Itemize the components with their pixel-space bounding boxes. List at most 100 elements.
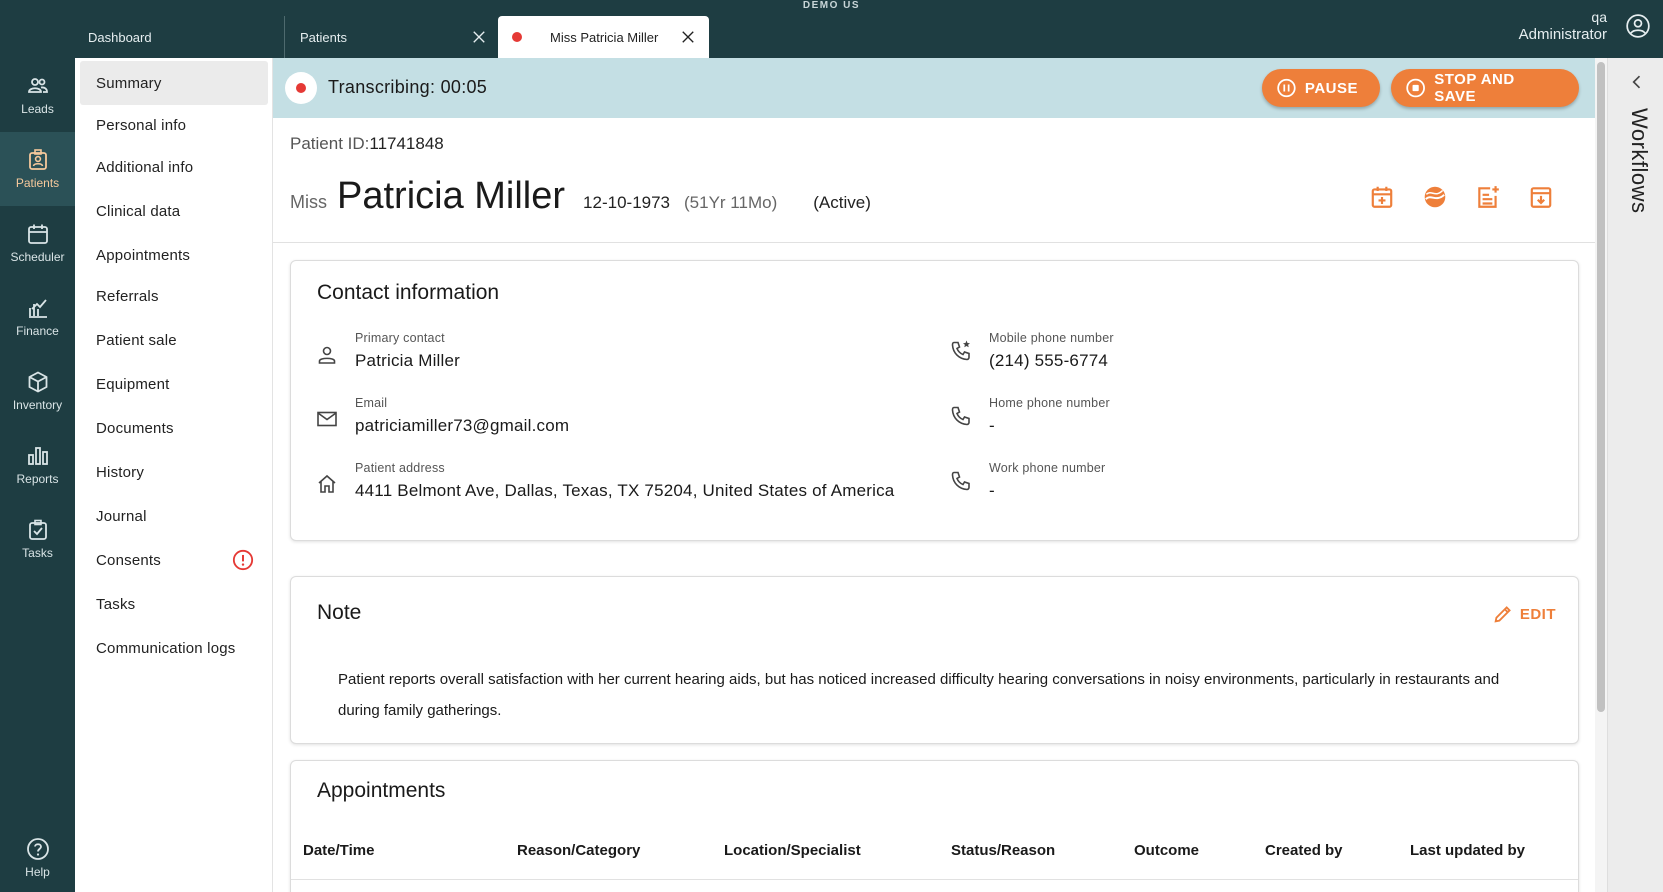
section-history[interactable]: History [80, 450, 268, 494]
user-info[interactable]: qa Administrator [1519, 8, 1607, 44]
stop-and-save-label: STOP AND SAVE [1434, 71, 1515, 105]
section-consents[interactable]: Consents [80, 538, 268, 582]
section-patient-sale[interactable]: Patient sale [80, 318, 268, 362]
field-value[interactable]: (214) 555-6774 [989, 351, 1108, 371]
edit-note-button[interactable]: EDIT [1492, 603, 1556, 625]
person-icon [318, 346, 336, 364]
phone-icon [951, 471, 970, 491]
field-label: Patient address [355, 461, 445, 475]
field-value: - [989, 481, 995, 500]
patient-name: Patricia Miller [337, 175, 566, 217]
transcription-status: Transcribing: 00:05 [328, 77, 488, 97]
recording-indicator [285, 72, 317, 104]
field-value: Patricia Miller [355, 351, 461, 370]
nav-inventory[interactable]: Inventory [0, 354, 75, 428]
bar-chart-icon [27, 447, 48, 465]
close-icon[interactable] [679, 28, 697, 46]
column-header[interactable]: Outcome [1134, 842, 1199, 859]
card-title: Appointments [317, 779, 446, 802]
section-appointments[interactable]: Appointments [80, 233, 268, 277]
tab-patient-record[interactable]: Miss Patricia Miller [498, 16, 709, 58]
workflows-panel[interactable]: Workflows [1607, 58, 1663, 892]
nav-label: Leads [21, 102, 54, 116]
tab-patients[interactable]: Patients [284, 16, 498, 58]
section-additional-info[interactable]: Additional info [80, 145, 268, 189]
field-label: Primary contact [355, 331, 445, 345]
note-card: Note EDIT Patient reports overall satisf… [290, 576, 1579, 744]
add-appointment-icon[interactable] [1369, 184, 1395, 210]
user-name: qa [1591, 9, 1607, 25]
add-note-icon[interactable] [1475, 184, 1501, 210]
section-documents[interactable]: Documents [80, 406, 268, 450]
nav-scheduler[interactable]: Scheduler [0, 206, 75, 280]
edit-label: EDIT [1519, 605, 1556, 623]
column-header[interactable]: Status/Reason [951, 842, 1055, 859]
section-label: Tasks [96, 595, 136, 613]
patient-sections-nav: Summary Personal info Additional info Cl… [75, 58, 273, 892]
nav-tasks[interactable]: Tasks [0, 502, 75, 576]
nav-label: Tasks [22, 546, 53, 560]
column-header[interactable]: Date/Time [303, 842, 374, 859]
archive-download-icon[interactable] [1528, 184, 1554, 210]
nav-leads[interactable]: Leads [0, 58, 75, 132]
field-value[interactable]: patriciamiller73@gmail.com [355, 416, 569, 436]
nav-finance[interactable]: Finance [0, 280, 75, 354]
nav-reports[interactable]: Reports [0, 428, 75, 502]
card-title: Contact information [317, 281, 500, 304]
home-icon [318, 474, 336, 493]
section-label: Summary [96, 74, 162, 92]
phone-star-icon [951, 340, 970, 361]
patient-age: (51Yr 11Mo) [684, 193, 778, 212]
stop-icon [1406, 78, 1425, 98]
nav-label: Reports [16, 472, 59, 486]
pause-label: PAUSE [1304, 79, 1358, 97]
column-header[interactable]: Reason/Category [517, 842, 640, 859]
transcription-bar: Transcribing: 00:05 PAUSE STOP AND SAVE [273, 58, 1595, 118]
section-clinical-data[interactable]: Clinical data [80, 189, 268, 233]
section-label: Clinical data [96, 202, 181, 220]
section-summary[interactable]: Summary [80, 61, 268, 105]
table-divider [291, 879, 1578, 880]
patient-id-label: Patient ID: [290, 134, 370, 153]
nav-help[interactable]: Help [0, 828, 75, 888]
nav-label: Finance [16, 324, 59, 338]
finance-chart-icon [28, 299, 47, 318]
nav-label: Patients [15, 176, 60, 190]
section-label: Personal info [96, 116, 187, 134]
pause-button[interactable]: PAUSE [1262, 69, 1380, 107]
section-label: Journal [96, 507, 147, 525]
chevron-left-icon[interactable] [1627, 72, 1647, 92]
tab-label: Patients [300, 29, 347, 45]
section-label: Documents [96, 419, 174, 437]
main-navigation: Leads Patients Scheduler Finance Invento… [0, 58, 75, 892]
nav-patients[interactable]: Patients [0, 132, 75, 206]
section-label: Patient sale [96, 331, 177, 349]
section-personal-info[interactable]: Personal info [80, 103, 268, 147]
column-header[interactable]: Location/Specialist [724, 842, 861, 859]
pause-icon [1277, 78, 1296, 98]
workflows-label: Workflows [1627, 108, 1652, 214]
card-title: Note [317, 601, 362, 624]
section-tasks[interactable]: Tasks [80, 582, 268, 626]
section-journal[interactable]: Journal [80, 494, 268, 538]
nav-label: Scheduler [10, 250, 65, 264]
nav-label: Inventory [12, 398, 63, 412]
scrollbar-thumb[interactable] [1597, 62, 1605, 712]
stop-and-save-button[interactable]: STOP AND SAVE [1391, 69, 1579, 107]
column-header[interactable]: Created by [1265, 842, 1343, 859]
section-communication-logs[interactable]: Communication logs [80, 626, 268, 670]
patient-badge-icon [28, 149, 47, 170]
field-value: 4411 Belmont Ave, Dallas, Texas, TX 7520… [355, 481, 895, 500]
field-value: - [989, 416, 995, 435]
section-equipment[interactable]: Equipment [80, 362, 268, 406]
close-icon[interactable] [470, 28, 488, 46]
environment-label: DEMO US [802, 0, 861, 11]
hearing-test-icon[interactable] [1422, 184, 1448, 210]
section-label: History [96, 463, 145, 481]
section-referrals[interactable]: Referrals [80, 274, 268, 318]
calendar-icon [27, 224, 48, 244]
patient-status: (Active) [813, 193, 871, 212]
tab-dashboard[interactable]: Dashboard [74, 16, 284, 58]
account-circle-icon[interactable] [1625, 13, 1651, 39]
column-header[interactable]: Last updated by [1410, 842, 1525, 859]
